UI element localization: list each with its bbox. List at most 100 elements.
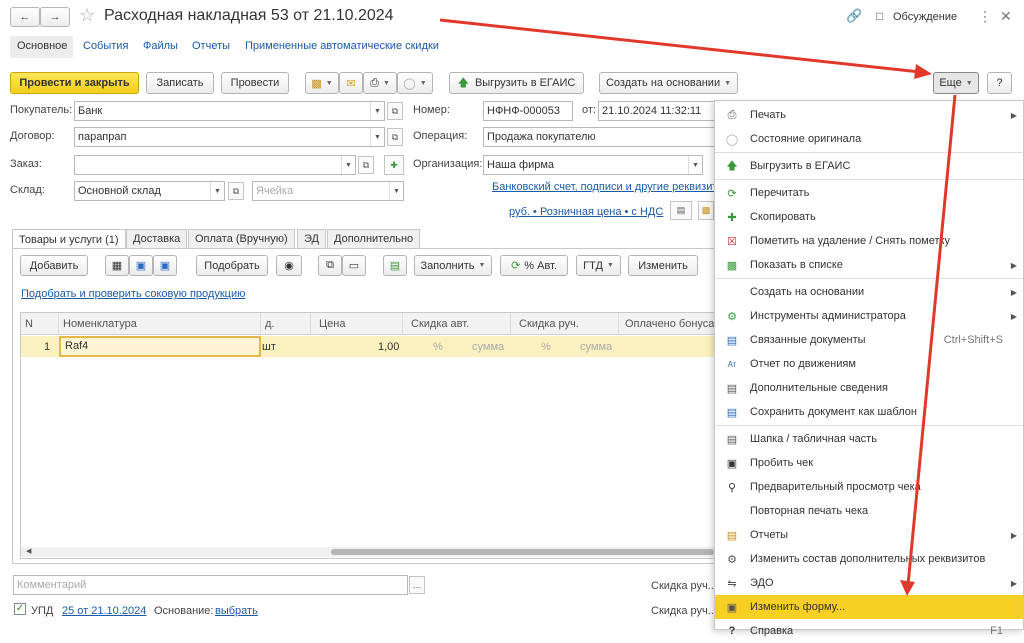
tab-payment[interactable]: Оплата (Вручную) [188, 229, 295, 248]
tab-delivery[interactable]: Доставка [126, 229, 188, 248]
back-button[interactable]: ← [10, 7, 40, 27]
post-and-close-button[interactable]: Провести и закрыть [10, 72, 139, 94]
col-item[interactable]: Номенклатура [59, 313, 261, 335]
cell-field[interactable]: Ячейка ▼ [252, 181, 404, 201]
menu-item-linked-docs[interactable]: ▤ Связанные документы Ctrl+Shift+S [715, 328, 1023, 352]
scan-data-button[interactable]: ▣ [153, 255, 177, 276]
close-icon[interactable]: ✕ [1000, 8, 1012, 25]
order-add-button[interactable]: ✚ [384, 155, 404, 175]
menu-item-reread[interactable]: ⟳ Перечитать [715, 181, 1023, 205]
upload-egais-button[interactable]: 🡅 Выгрузить в ЕГАИС [449, 72, 584, 94]
tab-additional[interactable]: Дополнительно [327, 229, 421, 248]
print-button[interactable]: ⎙ ▼ [363, 72, 397, 94]
scrollbar-thumb[interactable] [331, 549, 714, 555]
horizontal-scrollbar[interactable]: ◀ [21, 547, 714, 557]
gtd-button[interactable]: ГТД ▼ [576, 255, 621, 276]
link-icon[interactable]: 🔗 [846, 8, 862, 24]
menu-item-upload-egais[interactable]: 🡅 Выгрузить в ЕГАИС [715, 154, 1023, 178]
chevron-down-icon[interactable]: ▼ [370, 128, 384, 146]
price-type-link[interactable]: руб. • Розничная цена • с НДС [509, 206, 663, 218]
tab-ed[interactable]: ЭД [297, 229, 326, 248]
email-button[interactable]: ✉ [339, 72, 363, 94]
col-n[interactable]: N [21, 313, 59, 335]
bank-details-link[interactable]: Банковский счет, подписи и другие реквиз… [492, 181, 714, 193]
create-based-button[interactable]: Создать на основании ▼ [599, 72, 738, 94]
date-field[interactable]: 21.10.2024 11:32:11 [598, 101, 718, 121]
chevron-down-icon[interactable]: ▼ [688, 156, 702, 174]
nav-tab-auto-discounts[interactable]: Примененные автоматические скидки [245, 40, 439, 52]
row-item-cell[interactable]: Raf4 [59, 336, 261, 357]
menu-item-help[interactable]: ? Справка F1 [715, 619, 1023, 643]
menu-item-movements-report[interactable]: Ат Отчет по движениям [715, 352, 1023, 376]
discussion-icon[interactable]: □ [876, 9, 883, 23]
col-manual-discount[interactable]: Скидка руч. [511, 313, 619, 335]
menu-item-admin-tools[interactable]: ⚙ Инструменты администратора ▶ [715, 304, 1023, 328]
scan-item-button[interactable]: ▣ [129, 255, 153, 276]
help-button[interactable]: ? [987, 72, 1012, 94]
discussion-link[interactable]: Обсуждение [893, 11, 957, 23]
menu-item-copy[interactable]: ✚ Скопировать [715, 205, 1023, 229]
menu-item-preview-receipt[interactable]: ⚲ Предварительный просмотр чека [715, 475, 1023, 499]
menu-item-mark-delete[interactable]: ☒ Пометить на удаление / Снять пометку [715, 229, 1023, 253]
operation-field[interactable]: Продажа покупателю [483, 127, 718, 147]
paste-rows-button[interactable]: ▭ [342, 255, 366, 276]
tab-goods[interactable]: Товары и услуги (1) [12, 229, 126, 249]
col-unit[interactable]: д. [261, 313, 311, 335]
status-button[interactable]: ◯ ▼ [397, 72, 433, 94]
buyer-field[interactable]: Банк ▼ [74, 101, 385, 121]
check-juice-link[interactable]: Подобрать и проверить соковую продукцию [21, 288, 245, 300]
table-view-button[interactable]: ▤ [383, 255, 407, 276]
nav-tab-main[interactable]: Основное [17, 40, 67, 52]
basis-link[interactable]: выбрать [215, 605, 258, 617]
menu-item-header-table[interactable]: ▤ Шапка / табличная часть [715, 427, 1023, 451]
card-button[interactable]: ▤ [670, 201, 692, 220]
favorite-star-icon[interactable]: ☆ [79, 5, 95, 26]
upd-checkbox-icon[interactable]: ✓ [14, 603, 26, 615]
nav-tab-files[interactable]: Файлы [143, 40, 178, 52]
menu-item-additional-info[interactable]: ▤ Дополнительные сведения [715, 376, 1023, 400]
warehouse-open-button[interactable]: ⧉ [228, 182, 244, 200]
contract-open-button[interactable]: ⧉ [387, 128, 403, 146]
col-bonus[interactable]: Оплачено бонуса [619, 313, 714, 335]
org-field[interactable]: Наша фирма ▼ [483, 155, 703, 175]
nav-tab-events[interactable]: События [83, 40, 128, 52]
scan-barcode-button[interactable]: ▦ [105, 255, 129, 276]
fill-button[interactable]: Заполнить ▼ [414, 255, 492, 276]
document-menu-button[interactable]: ▩ ▼ [305, 72, 339, 94]
menu-item-save-template[interactable]: ▤ Сохранить документ как шаблон [715, 400, 1023, 424]
menu-item-reports[interactable]: ▤ Отчеты ▶ [715, 523, 1023, 547]
menu-item-edo[interactable]: ⇋ ЭДО ▶ [715, 571, 1023, 595]
copy-rows-button[interactable]: ⧉ [318, 255, 342, 276]
chevron-down-icon[interactable]: ▼ [370, 102, 384, 120]
menu-item-change-form[interactable]: ▣ Изменить форму... [715, 595, 1023, 619]
more-vertical-icon[interactable]: ⋮ [978, 8, 992, 25]
col-auto-discount[interactable]: Скидка авт. [403, 313, 511, 335]
pick-button[interactable]: Подобрать [196, 255, 268, 276]
order-open-button[interactable]: ⧉ [358, 156, 374, 174]
menu-item-print[interactable]: ⎙ Печать ▶ [715, 103, 1023, 127]
comment-field[interactable]: Комментарий [13, 575, 408, 595]
auto-discount-button[interactable]: ⟳% Авт. [500, 255, 568, 276]
change-button[interactable]: Изменить [628, 255, 698, 276]
contract-field[interactable]: парапрап ▼ [74, 127, 385, 147]
menu-item-reprint-receipt[interactable]: Повторная печать чека [715, 499, 1023, 523]
barcode-button[interactable]: ▩ [698, 201, 714, 220]
more-button[interactable]: Еще ▼ [933, 72, 979, 94]
menu-item-print-receipt[interactable]: ▣ Пробить чек [715, 451, 1023, 475]
number-field[interactable]: НФНФ-000053 [483, 101, 573, 121]
post-button[interactable]: Провести [221, 72, 289, 94]
chevron-down-icon[interactable]: ▼ [389, 182, 403, 200]
chevron-down-icon[interactable]: ▼ [210, 182, 224, 200]
col-price[interactable]: Цена [311, 313, 403, 335]
menu-item-original-state[interactable]: ◯ Состояние оригинала [715, 127, 1023, 151]
view-button[interactable]: ◉ [276, 255, 302, 276]
chevron-down-icon[interactable]: ▼ [341, 156, 355, 174]
menu-item-create-based[interactable]: Создать на основании ▶ [715, 280, 1023, 304]
scroll-left-icon[interactable]: ◀ [26, 547, 31, 555]
menu-item-edit-attributes[interactable]: ⚙ Изменить состав дополнительных реквизит… [715, 547, 1023, 571]
nav-tab-reports[interactable]: Отчеты [192, 40, 230, 52]
warehouse-field[interactable]: Основной склад ▼ [74, 181, 225, 201]
upd-link[interactable]: 25 от 21.10.2024 [62, 605, 146, 617]
forward-button[interactable]: → [40, 7, 70, 27]
save-button[interactable]: Записать [146, 72, 214, 94]
